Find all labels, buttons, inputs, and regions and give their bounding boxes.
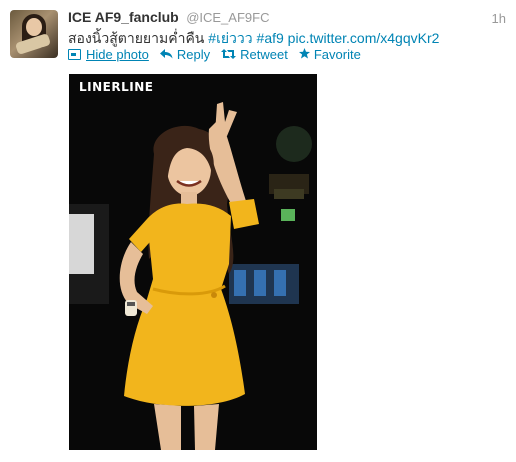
- reply-label: Reply: [176, 47, 211, 62]
- tweet-actions: Hide photo Reply Retweet Favorite: [68, 47, 372, 62]
- tweet-header: ICE AF9_fanclub @ICE_AF9FC: [68, 9, 269, 27]
- tweet-timestamp[interactable]: 1h: [492, 11, 506, 26]
- photo-icon: [68, 49, 81, 60]
- retweet-button[interactable]: Retweet: [221, 47, 288, 62]
- user-fullname[interactable]: ICE AF9_fanclub: [68, 9, 179, 25]
- hide-photo-button[interactable]: Hide photo: [68, 47, 149, 62]
- reply-button[interactable]: Reply: [159, 47, 211, 62]
- star-icon: [298, 47, 310, 62]
- user-handle[interactable]: @ICE_AF9FC: [186, 10, 269, 25]
- avatar-face: [26, 18, 42, 36]
- tweet: ICE AF9_fanclub @ICE_AF9FC 1h สองนิ้วสู้…: [0, 0, 516, 462]
- retweet-icon: [221, 48, 237, 62]
- pic-link[interactable]: pic.twitter.com/x4gqvKr2: [288, 30, 440, 46]
- favorite-label: Favorite: [313, 47, 361, 62]
- retweet-label: Retweet: [240, 47, 288, 62]
- favorite-button[interactable]: Favorite: [298, 47, 361, 62]
- hashtag-link[interactable]: #เย่ววว: [208, 30, 252, 46]
- avatar[interactable]: [10, 10, 58, 58]
- tweet-photo[interactable]: LINERLINE: [69, 74, 317, 450]
- reply-icon: [159, 48, 173, 62]
- hashtag-link[interactable]: #af9: [257, 30, 284, 46]
- photo-illustration: [69, 74, 317, 450]
- tweet-text-body: สองนิ้วสู้ตายยามค่ำคืน: [68, 30, 209, 46]
- hide-photo-label: Hide photo: [86, 47, 149, 62]
- photo-watermark: LINERLINE: [79, 80, 154, 94]
